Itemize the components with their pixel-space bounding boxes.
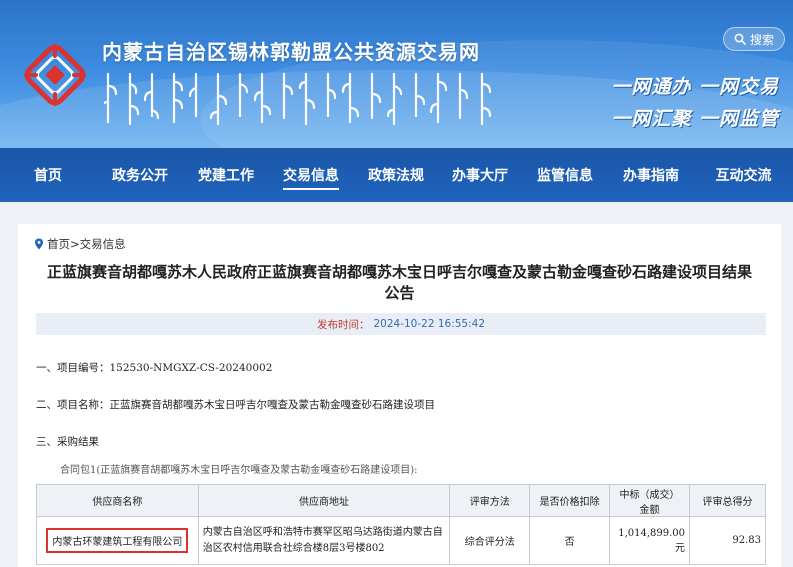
contract-package-label: 合同包1(正蓝旗赛音胡都嘎苏木宝日呼吉尔嘎查及蒙古勒金嘎查砂石路建设项目): — [60, 465, 418, 476]
search-button[interactable]: 搜索 — [723, 27, 785, 51]
article-title-line-2: 公告 — [384, 284, 415, 302]
article-title: 正蓝旗赛音胡都嘎苏木人民政府正蓝旗赛音胡都嘎苏木宝日呼吉尔嘎查及蒙古勒金嘎查砂石… — [32, 262, 767, 304]
col-header-method: 评审方法 — [449, 484, 531, 517]
col-header-score: 评审总得分 — [689, 484, 766, 517]
site-title: 内蒙古自治区锡林郭勒盟公共资源交易网 — [102, 40, 480, 64]
cell-method: 综合评分法 — [449, 516, 531, 565]
nav-item-service-hall[interactable]: 办事大厅 — [438, 148, 522, 202]
cell-amount: 1,014,899.00元 — [609, 516, 691, 565]
table-header-row: 供应商名称 供应商地址 评审方法 是否价格扣除 中标（成交） 金额 评审总得分 — [36, 484, 766, 517]
results-table: 供应商名称 供应商地址 评审方法 是否价格扣除 中标（成交） 金额 评审总得分 … — [36, 484, 766, 565]
publish-time-value: 2024-10-22 16:55:42 — [373, 318, 486, 330]
location-pin-icon — [35, 238, 43, 250]
breadcrumb: 首页 > 交易信息 — [34, 236, 126, 252]
nav-item-policies[interactable]: 政策法规 — [354, 148, 438, 202]
nav-item-trading-info[interactable]: 交易信息 — [268, 148, 354, 202]
nav-item-supervision[interactable]: 监管信息 — [522, 148, 608, 202]
col-header-amount-line-2: 金额 — [639, 504, 660, 516]
cell-price-deduction: 否 — [529, 516, 611, 565]
project-number: 一、项目编号：152530-NMGXZ-CS-20240002 — [36, 362, 273, 374]
breadcrumb-separator: > — [70, 237, 80, 251]
col-header-price-deduction: 是否价格扣除 — [529, 484, 611, 517]
article-title-line-1: 正蓝旗赛音胡都嘎苏木人民政府正蓝旗赛音胡都嘎苏木宝日呼吉尔嘎查及蒙古勒金嘎查砂石… — [46, 263, 752, 281]
publish-time-bar: 发布时间： 2024-10-22 16:55:42 — [36, 313, 766, 335]
project-name: 二、项目名称：正蓝旗赛音胡都嘎苏木宝日呼吉尔嘎查及蒙古勒金嘎查砂石路建设项目 — [36, 399, 435, 411]
breadcrumb-current[interactable]: 交易信息 — [80, 236, 126, 252]
main-nav: 首页 政务公开 党建工作 交易信息 政策法规 办事大厅 监管信息 办事指南 互动… — [0, 148, 793, 202]
cell-supplier: 内蒙古环蒙建筑工程有限公司 — [36, 516, 199, 565]
nav-item-guide[interactable]: 办事指南 — [608, 148, 694, 202]
col-header-amount: 中标（成交） 金额 — [609, 484, 691, 517]
slogan-line-2: 一网汇聚 一网监管 — [611, 108, 779, 130]
mongolian-script-title — [104, 72, 492, 126]
supplier-name: 内蒙古环蒙建筑工程有限公司 — [46, 528, 189, 553]
nav-item-party-building[interactable]: 党建工作 — [184, 148, 268, 202]
breadcrumb-home-link[interactable]: 首页 — [47, 236, 70, 252]
cell-address: 内蒙古自治区呼和浩特市赛罕区昭乌达路街道内蒙古自治区农村信用联合社综合楼8层3号… — [197, 516, 451, 565]
site-logo-icon[interactable] — [22, 42, 88, 108]
slogan-line-1: 一网通办 一网交易 — [611, 76, 779, 98]
cell-score: 92.83 — [689, 516, 766, 565]
publish-time-label: 发布时间： — [316, 318, 370, 331]
nav-item-interaction[interactable]: 互动交流 — [694, 148, 793, 202]
col-header-supplier: 供应商名称 — [36, 484, 199, 517]
content-card: 首页 > 交易信息 正蓝旗赛音胡都嘎苏木人民政府正蓝旗赛音胡都嘎苏木宝日呼吉尔嘎… — [18, 224, 781, 567]
table-row: 内蒙古环蒙建筑工程有限公司 内蒙古自治区呼和浩特市赛罕区昭乌达路街道内蒙古自治区… — [36, 516, 766, 565]
nav-item-government-affairs[interactable]: 政务公开 — [96, 148, 184, 202]
col-header-address: 供应商地址 — [197, 484, 451, 517]
procurement-result-heading: 三、采购结果 — [36, 436, 99, 448]
nav-item-home[interactable]: 首页 — [0, 148, 96, 202]
search-icon — [734, 33, 746, 45]
col-header-amount-line-1: 中标（成交） — [619, 489, 680, 501]
header-banner: 内蒙古自治区锡林郭勒盟公共资源交易网 搜索 一网通办 一网交易 一网汇聚 一网监… — [0, 0, 793, 148]
search-button-label: 搜索 — [749, 32, 774, 47]
